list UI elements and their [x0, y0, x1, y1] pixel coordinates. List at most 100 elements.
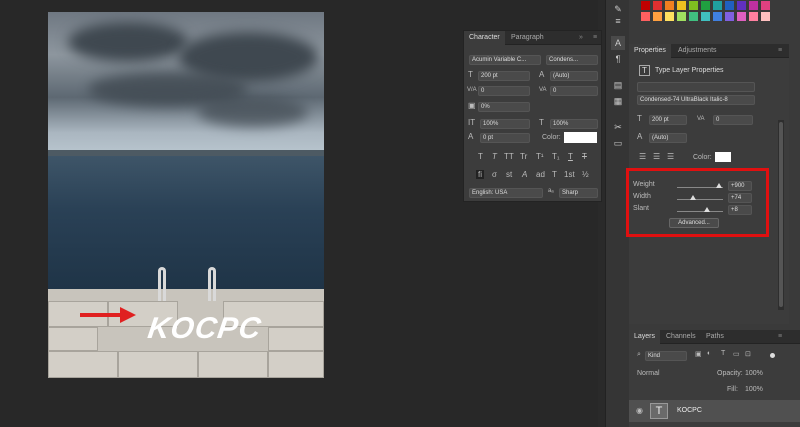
superscript-icon[interactable]: T¹ [536, 152, 544, 161]
align-right-icon[interactable]: ☰ [667, 152, 674, 161]
antialias-select[interactable]: Sharp [559, 188, 598, 198]
layer-row[interactable]: ◉ T KOCPC [629, 400, 800, 422]
underline-icon[interactable]: T [568, 152, 573, 161]
font-family-select[interactable]: Acumin Variable C... [469, 55, 541, 65]
opacity-value[interactable]: 100% [745, 370, 763, 377]
fractions-icon[interactable]: ½ [582, 170, 589, 179]
panel-menu-icon[interactable]: ≡ [773, 44, 787, 58]
properties-panel-tabs: Properties Adjustments ≡ [629, 44, 789, 58]
blend-mode-select[interactable]: Normal [637, 370, 660, 377]
old-style-icon[interactable]: σ [492, 170, 497, 179]
leading-field[interactable]: (Auto) [550, 71, 598, 81]
discretionary-ligatures-icon[interactable]: st [506, 170, 512, 179]
font-style-select[interactable]: Condens... [546, 55, 598, 65]
text-color-swatch[interactable] [715, 152, 731, 162]
font-family-select[interactable] [637, 82, 755, 92]
baseline-shift-field[interactable]: 0 pt [480, 133, 530, 143]
panel-collapse-icon[interactable]: » [574, 31, 588, 45]
color-swatch[interactable] [653, 12, 662, 21]
leading-icon: A [539, 70, 545, 79]
stylistic-alternates-icon[interactable]: ad [536, 170, 545, 179]
tab-paths[interactable]: Paths [701, 330, 729, 344]
small-caps-icon[interactable]: Tr [520, 152, 527, 161]
filter-pixel-icon[interactable]: ▣ [695, 350, 702, 358]
all-caps-icon[interactable]: TT [504, 152, 514, 161]
canvas-text-layer[interactable]: KOCPC [146, 312, 264, 346]
tools-icon[interactable]: ✂ [611, 120, 625, 134]
leading-field[interactable]: (Auto) [649, 133, 687, 143]
color-swatch[interactable] [665, 1, 674, 10]
tab-layers[interactable]: Layers [629, 330, 661, 344]
horizontal-scale-field[interactable]: 100% [550, 119, 598, 129]
character-icon[interactable]: A [611, 36, 625, 50]
adjust-icon[interactable]: ≡ [611, 14, 625, 28]
color-swatch[interactable] [677, 12, 686, 21]
align-left-icon[interactable]: ☰ [639, 152, 646, 161]
history-icon[interactable]: ▦ [611, 94, 625, 108]
titling-icon[interactable]: T [552, 170, 557, 179]
faux-italic-icon[interactable]: T [492, 152, 497, 161]
vertical-scale-field[interactable]: 100% [480, 119, 530, 129]
tab-adjustments[interactable]: Adjustments [673, 44, 722, 58]
color-swatch[interactable] [665, 12, 674, 21]
color-swatch[interactable] [713, 12, 722, 21]
tab-paragraph[interactable]: Paragraph [506, 31, 549, 45]
visibility-eye-icon[interactable]: ◉ [636, 406, 643, 415]
sky-region [48, 12, 324, 154]
color-swatch[interactable] [689, 12, 698, 21]
type-layer-icon: T [639, 65, 650, 76]
kerning-field[interactable]: 0 [478, 86, 530, 96]
language-select[interactable]: English: USA [469, 188, 543, 198]
font-size-field[interactable]: 200 pt [478, 71, 530, 81]
filter-adjustment-icon[interactable]: ◐ [707, 350, 711, 357]
fill-label: Fill: [727, 386, 738, 393]
color-swatch[interactable] [701, 1, 710, 10]
layer-name[interactable]: KOCPC [677, 407, 702, 414]
color-swatch[interactable] [641, 12, 650, 21]
tracking-field[interactable]: 0 [550, 86, 598, 96]
color-swatch[interactable] [737, 12, 746, 21]
filter-shape-icon[interactable]: ▭ [733, 350, 740, 358]
subscript-icon[interactable]: T₁ [552, 152, 560, 161]
fill-value[interactable]: 100% [745, 386, 763, 393]
color-swatch[interactable] [725, 12, 734, 21]
ordinals-icon[interactable]: 1st [564, 170, 575, 179]
color-swatch[interactable] [653, 1, 662, 10]
filter-toggle-icon[interactable] [770, 353, 775, 358]
filter-smart-icon[interactable]: ⊡ [745, 350, 751, 358]
tsume-field[interactable]: 0% [478, 102, 530, 112]
color-swatch[interactable] [689, 1, 698, 10]
color-swatch[interactable] [725, 1, 734, 10]
color-swatch[interactable] [641, 1, 650, 10]
color-swatch[interactable] [701, 12, 710, 21]
font-style-select[interactable]: Condensed-74 UltraBlack Italic-8 [637, 95, 755, 105]
kerning-icon: V/A [467, 87, 477, 93]
strikethrough-icon[interactable]: T [582, 152, 587, 161]
color-swatch[interactable] [749, 1, 758, 10]
properties-icon[interactable]: ▭ [611, 136, 625, 150]
paragraph-icon[interactable]: ¶ [611, 52, 625, 66]
properties-scrollbar-thumb[interactable] [779, 122, 783, 307]
panel-menu-icon[interactable]: ≡ [773, 330, 787, 344]
color-swatch[interactable] [761, 1, 770, 10]
swatches-panel[interactable] [641, 0, 780, 22]
align-center-icon[interactable]: ☰ [653, 152, 660, 161]
color-swatch[interactable] [677, 1, 686, 10]
layers-icon[interactable]: ▤ [611, 78, 625, 92]
faux-bold-icon[interactable]: T [478, 152, 483, 161]
tab-properties[interactable]: Properties [629, 44, 671, 58]
ligatures-icon[interactable]: fi [476, 170, 484, 179]
layer-filter-select[interactable]: Kind [645, 351, 687, 361]
color-swatch[interactable] [761, 12, 770, 21]
filter-type-icon[interactable]: T [721, 350, 725, 357]
tab-channels[interactable]: Channels [661, 330, 701, 344]
panel-menu-icon[interactable]: ≡ [588, 31, 602, 45]
tab-character[interactable]: Character [464, 31, 505, 45]
text-color-swatch[interactable] [564, 132, 597, 143]
color-swatch[interactable] [749, 12, 758, 21]
font-size-field[interactable]: 200 pt [649, 115, 687, 125]
color-swatch[interactable] [737, 1, 746, 10]
swash-icon[interactable]: A [522, 170, 527, 179]
tracking-field[interactable]: 0 [713, 115, 753, 125]
color-swatch[interactable] [713, 1, 722, 10]
